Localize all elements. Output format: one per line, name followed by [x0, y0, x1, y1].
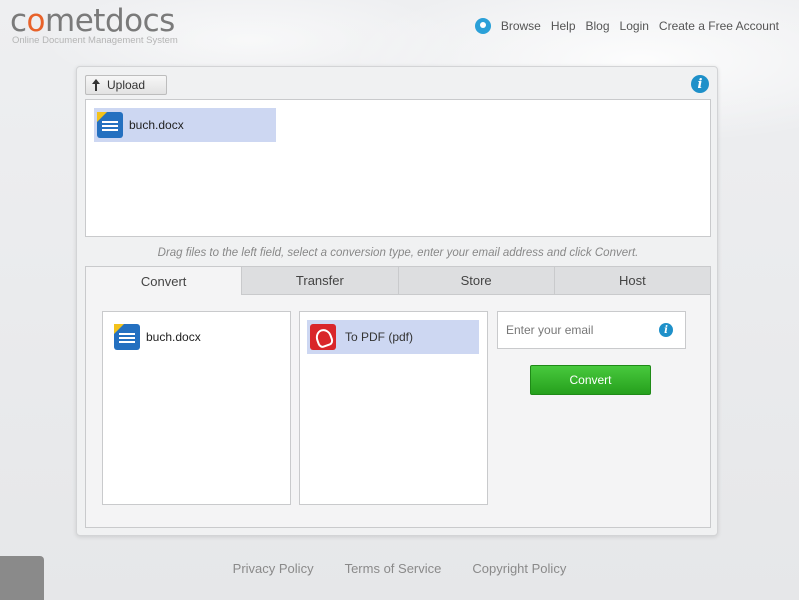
converter-panel: Upload i buch.docx Drag files to the lef… [76, 66, 718, 536]
uploaded-file-name: buch.docx [129, 118, 184, 132]
logo-wordmark: cometdocs [10, 3, 175, 39]
conversion-type-pdf[interactable]: To PDF (pdf) [307, 320, 479, 354]
nav-help[interactable]: Help [551, 19, 576, 33]
footer-links: Privacy Policy Terms of Service Copyrigh… [0, 561, 799, 576]
convert-button[interactable]: Convert [530, 365, 651, 395]
cometdocs-logo[interactable]: cometdocs Online Document Management Sys… [10, 4, 178, 46]
email-info-icon[interactable]: i [659, 323, 673, 337]
selected-file-name: buch.docx [146, 330, 201, 344]
instructions-hint: Drag files to the left field, select a c… [157, 247, 639, 259]
logo-tagline: Online Document Management System [12, 35, 178, 46]
selected-file-item[interactable]: buch.docx [114, 324, 201, 350]
tab-store[interactable]: Store [397, 267, 554, 295]
info-icon[interactable]: i [691, 75, 709, 93]
upload-button[interactable]: Upload [85, 75, 167, 95]
file-drop-area[interactable]: buch.docx [85, 99, 711, 237]
uploaded-file-item[interactable]: buch.docx [94, 108, 276, 142]
tab-convert[interactable]: Convert [86, 267, 242, 295]
conversion-type-label: To PDF (pdf) [345, 330, 414, 344]
copyright-policy-link[interactable]: Copyright Policy [472, 561, 566, 576]
nav-login[interactable]: Login [620, 19, 649, 33]
word-document-icon [97, 112, 123, 138]
pdf-icon [310, 324, 336, 350]
lightbulb-icon [474, 18, 491, 34]
upload-button-label: Upload [107, 78, 146, 92]
upload-arrow-icon [91, 79, 101, 91]
tab-bar: Convert Transfer Store Host [86, 267, 710, 295]
nav-create-account[interactable]: Create a Free Account [659, 19, 779, 33]
selected-files-list[interactable]: buch.docx [102, 311, 291, 505]
privacy-policy-link[interactable]: Privacy Policy [233, 561, 314, 576]
feedback-tab[interactable] [0, 556, 44, 600]
tab-transfer[interactable]: Transfer [241, 267, 398, 295]
terms-of-service-link[interactable]: Terms of Service [345, 561, 442, 576]
email-field-container: i [497, 311, 686, 349]
action-tabs: Convert Transfer Store Host buch.docx To… [85, 266, 711, 528]
top-navigation: Browse Help Blog Login Create a Free Acc… [474, 18, 779, 34]
conversion-type-list[interactable]: To PDF (pdf) [299, 311, 488, 505]
nav-browse[interactable]: Browse [501, 19, 541, 33]
nav-blog[interactable]: Blog [586, 19, 610, 33]
tab-host[interactable]: Host [553, 267, 710, 295]
word-document-icon [114, 324, 140, 350]
email-input[interactable] [498, 312, 648, 348]
